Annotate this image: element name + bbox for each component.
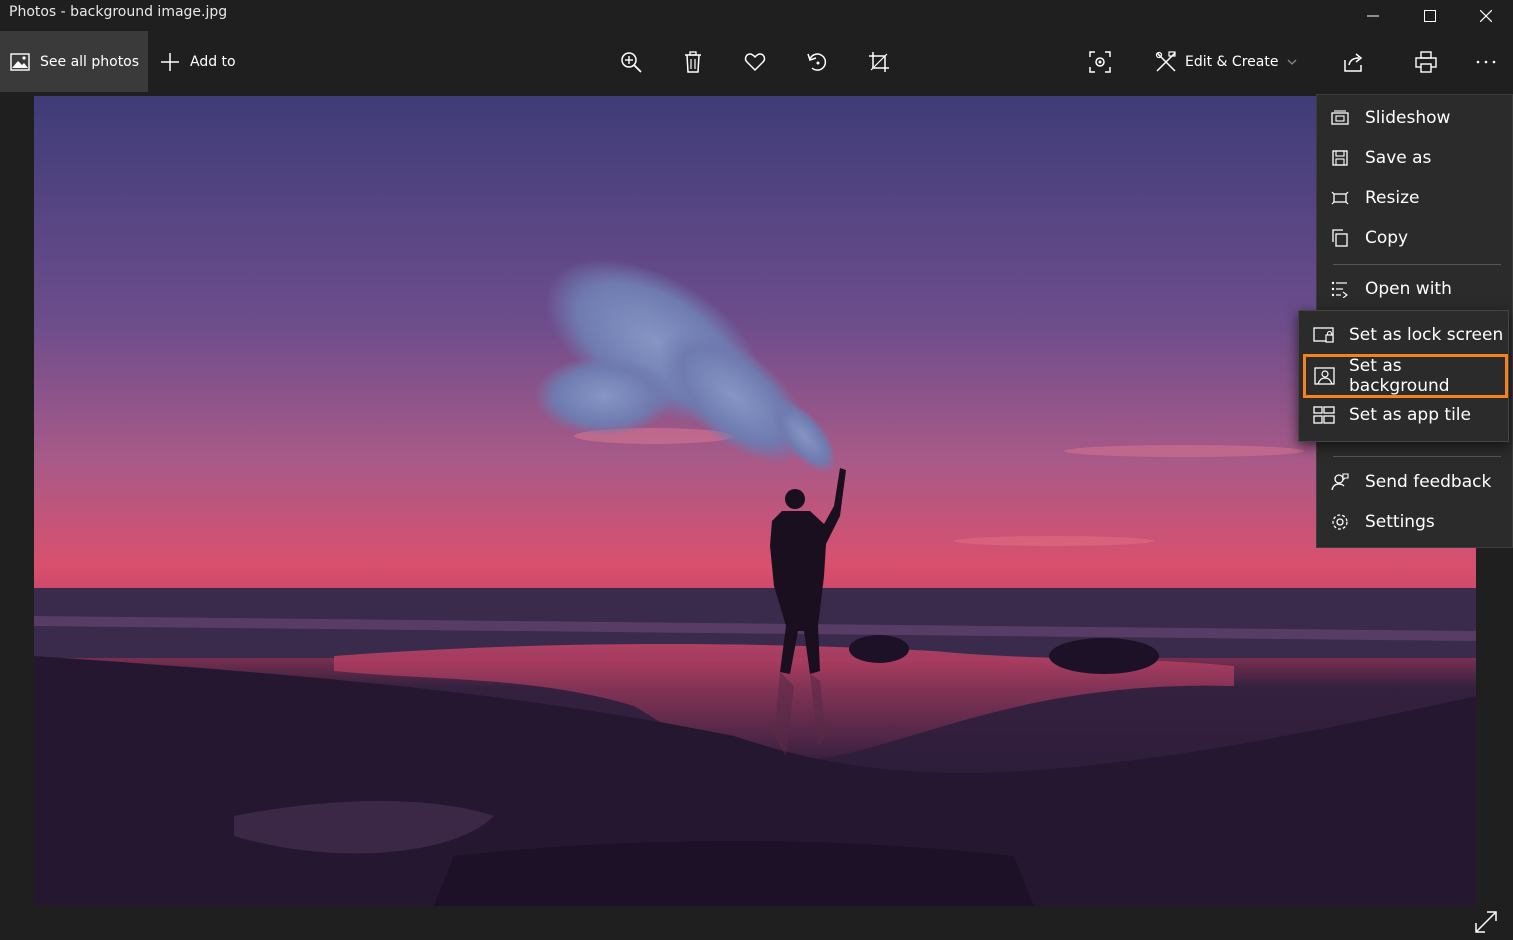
lock-screen-icon (1313, 327, 1334, 343)
title-bar: Photos - background image.jpg (0, 0, 1513, 31)
submenu-item-label: Set as background (1349, 356, 1450, 396)
submenu-item-set-as-background[interactable]: Set as background (1303, 354, 1508, 398)
app-tile-icon (1313, 406, 1335, 424)
share-icon (1344, 52, 1363, 72)
menu-item-label: Slideshow (1365, 108, 1451, 128)
menu-separator (1333, 456, 1501, 457)
menu-item-resize[interactable]: Resize (1317, 178, 1513, 218)
rotate-button[interactable] (804, 31, 830, 92)
menu-item-save-as[interactable]: Save as (1317, 138, 1513, 178)
menu-separator (1333, 264, 1501, 265)
maximize-icon (1424, 9, 1436, 22)
edit-create-label: Edit & Create (1185, 53, 1279, 70)
minimize-button[interactable] (1345, 0, 1401, 31)
add-to-label: Add to (190, 53, 236, 70)
submenu-item-set-as-lock-screen[interactable]: Set as lock screen (1299, 315, 1508, 355)
edit-create-icon (1155, 50, 1176, 72)
menu-item-copy[interactable]: Copy (1317, 218, 1513, 258)
gear-icon (1332, 514, 1348, 530)
menu-item-settings[interactable]: Settings (1317, 502, 1513, 542)
see-all-photos-label: See all photos (40, 53, 140, 70)
trash-icon (685, 50, 701, 73)
photos-icon (10, 52, 30, 71)
feedback-icon (1331, 473, 1349, 491)
submenu-item-set-as-app-tile[interactable]: Set as app tile (1299, 395, 1508, 435)
zoom-button[interactable] (618, 31, 644, 92)
photo[interactable] (34, 96, 1476, 906)
zoom-in-icon (621, 51, 642, 73)
visual-search-button[interactable] (1087, 31, 1113, 92)
photo-viewer (0, 93, 1513, 939)
crop-button[interactable] (866, 31, 892, 92)
photo-image (34, 96, 1476, 906)
resize-icon (1331, 191, 1349, 205)
fullscreen-button[interactable] (1472, 908, 1500, 936)
copy-icon (1332, 229, 1348, 247)
edit-create-button[interactable]: Edit & Create (1155, 31, 1298, 92)
printer-icon (1415, 50, 1437, 73)
add-to-button[interactable]: Add to (160, 31, 236, 92)
submenu-item-label: Set as lock screen (1349, 325, 1504, 345)
slideshow-icon (1331, 110, 1349, 125)
see-all-photos-button[interactable]: See all photos (0, 31, 148, 92)
favorite-button[interactable] (742, 31, 768, 92)
menu-item-send-feedback[interactable]: Send feedback (1317, 462, 1513, 502)
open-with-icon (1331, 281, 1348, 298)
save-icon (1332, 150, 1348, 166)
print-button[interactable] (1413, 31, 1439, 92)
window-title: Photos - background image.jpg (9, 4, 228, 20)
chevron-down-icon (1287, 59, 1297, 65)
more-options-button[interactable] (1472, 31, 1500, 92)
expand-icon (1475, 911, 1497, 933)
maximize-button[interactable] (1402, 0, 1458, 31)
plus-icon (161, 52, 179, 71)
submenu-item-label: Set as app tile (1349, 405, 1471, 425)
close-icon (1480, 9, 1492, 22)
menu-item-label: Open with (1365, 279, 1452, 299)
menu-item-label: Send feedback (1365, 472, 1492, 492)
menu-item-label: Copy (1365, 228, 1409, 248)
set-as-submenu: Set as lock screen Set as background Set… (1298, 310, 1509, 442)
minimize-icon (1367, 15, 1379, 16)
heart-icon (744, 52, 766, 71)
toolbar: See all photos Add to Edit & Create (0, 31, 1513, 93)
crop-icon (869, 51, 889, 72)
scan-icon (1089, 50, 1111, 73)
delete-button[interactable] (680, 31, 706, 92)
rotate-icon (807, 52, 827, 71)
menu-item-label: Save as (1365, 148, 1432, 168)
background-icon (1314, 367, 1335, 385)
more-icon (1476, 60, 1496, 63)
menu-item-label: Settings (1365, 512, 1435, 532)
share-button[interactable] (1340, 31, 1366, 92)
close-button[interactable] (1458, 0, 1513, 31)
menu-item-slideshow[interactable]: Slideshow (1317, 98, 1513, 138)
menu-item-label: Resize (1365, 188, 1420, 208)
menu-item-open-with[interactable]: Open with (1317, 269, 1513, 309)
